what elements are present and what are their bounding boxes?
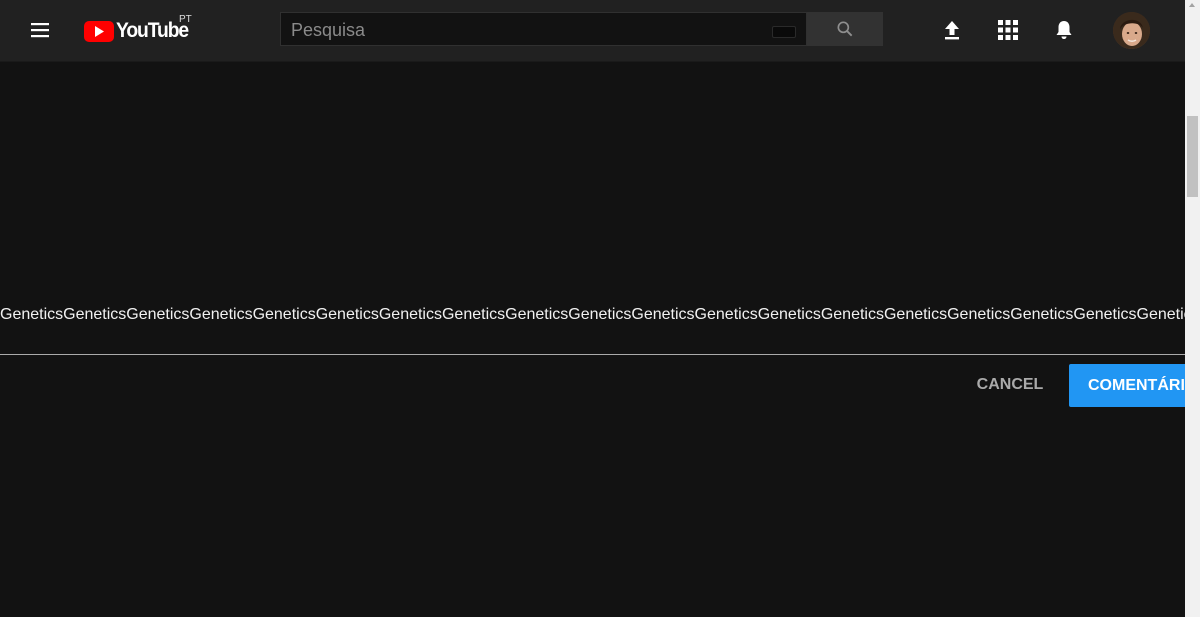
upload-button[interactable]	[934, 12, 970, 48]
cancel-button[interactable]: CANCEL	[964, 364, 1056, 406]
search-button[interactable]	[807, 12, 883, 46]
search-icon	[837, 21, 853, 37]
bell-icon	[1056, 21, 1072, 39]
avatar-image	[1113, 12, 1150, 49]
youtube-logo[interactable]: YouTube PT	[84, 14, 194, 45]
upload-icon	[945, 21, 959, 40]
search-input[interactable]	[289, 13, 763, 47]
comment-editor: GeneticsGeneticsGeneticsGeneticsGenetics…	[0, 61, 1185, 617]
submit-comment-button[interactable]: COMENTÁRIO	[1069, 364, 1185, 407]
apps-grid-icon	[998, 20, 1018, 40]
scroll-up-arrow-icon[interactable]	[1189, 3, 1195, 7]
menu-icon	[31, 23, 49, 38]
comment-input[interactable]: GeneticsGeneticsGeneticsGeneticsGenetics…	[0, 305, 1185, 325]
avatar[interactable]	[1113, 12, 1150, 49]
search-box[interactable]	[280, 12, 807, 47]
logo-text: YouTube	[116, 19, 189, 42]
country-code: PT	[179, 14, 192, 25]
page-scrollbar[interactable]	[1185, 0, 1200, 617]
keyboard-icon[interactable]	[772, 26, 796, 38]
masthead: YouTube PT	[0, 0, 1185, 62]
apps-button[interactable]	[990, 12, 1026, 48]
notifications-button[interactable]	[1046, 12, 1082, 48]
comment-input-underline	[0, 354, 1185, 355]
scrollbar-thumb[interactable]	[1187, 116, 1198, 197]
youtube-play-icon	[84, 20, 114, 42]
menu-button[interactable]	[20, 13, 60, 47]
